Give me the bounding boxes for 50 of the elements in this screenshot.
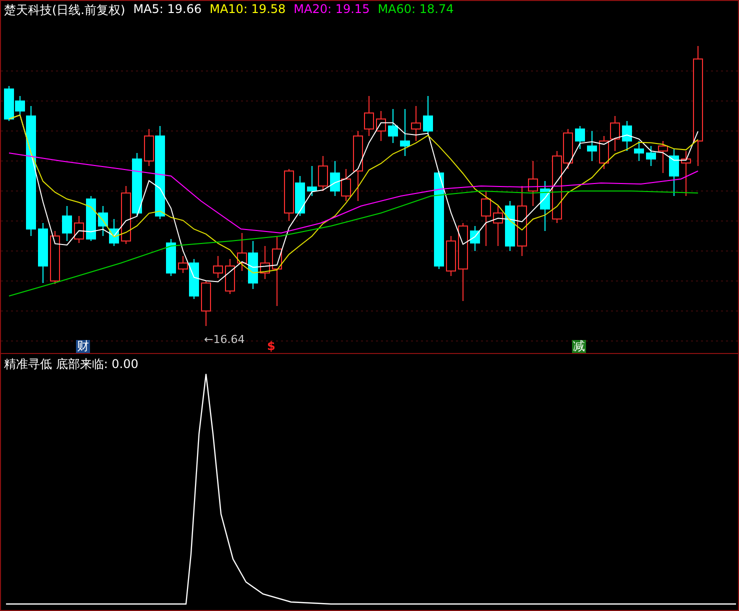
candlestick — [400, 108, 410, 156]
candlestick — [599, 136, 609, 170]
candlestick — [62, 206, 72, 242]
candlestick — [121, 186, 131, 244]
candlestick — [38, 222, 48, 284]
candlestick — [646, 146, 656, 166]
candlestick — [74, 216, 84, 244]
candlestick — [587, 130, 597, 162]
candlestick — [284, 168, 294, 222]
candlestick — [295, 176, 305, 216]
signal-mark: $ — [266, 340, 276, 353]
candlestick — [248, 240, 258, 290]
candlestick — [166, 238, 176, 276]
candlestick — [307, 166, 317, 196]
candlestick — [109, 218, 119, 246]
moving-average-value: MA10: 19.58 — [210, 2, 286, 18]
candlestick — [50, 230, 60, 284]
candlestick — [505, 200, 515, 252]
chart-title: 楚天科技(日线.前复权) — [4, 2, 126, 19]
low-price-label: ←16.64 — [204, 333, 245, 346]
candlestick — [681, 150, 691, 196]
candlestick — [272, 236, 282, 306]
candlestick — [634, 140, 644, 162]
candlestick — [201, 280, 211, 326]
candlestick — [318, 156, 328, 192]
candlestick — [330, 160, 340, 196]
candlestick — [423, 96, 433, 136]
candlestick — [225, 258, 235, 294]
candlestick — [260, 246, 270, 280]
candlestick — [388, 108, 398, 144]
candlestick — [341, 168, 351, 202]
moving-average-value: MA60: 18.74 — [378, 2, 454, 18]
candlestick — [610, 116, 620, 152]
candlestick — [86, 196, 96, 242]
candlestick — [411, 106, 421, 142]
candlestick — [376, 110, 386, 142]
moving-average-value: MA20: 19.15 — [294, 2, 370, 18]
candlestick — [213, 256, 223, 278]
candlestick — [622, 120, 632, 152]
candlestick — [540, 180, 550, 232]
candlestick — [575, 126, 585, 150]
indicator-legend: 精准寻低 底部来临: 0.00 — [4, 356, 138, 373]
candlestick — [493, 206, 503, 246]
moving-average-value: MA5: 19.66 — [133, 2, 202, 18]
candlestick — [237, 232, 247, 272]
signal-badge: 减 — [572, 340, 586, 353]
signal-badge: 财 — [76, 340, 90, 353]
candlestick — [446, 236, 456, 276]
candlestick — [132, 152, 142, 216]
candlestick — [98, 206, 108, 236]
